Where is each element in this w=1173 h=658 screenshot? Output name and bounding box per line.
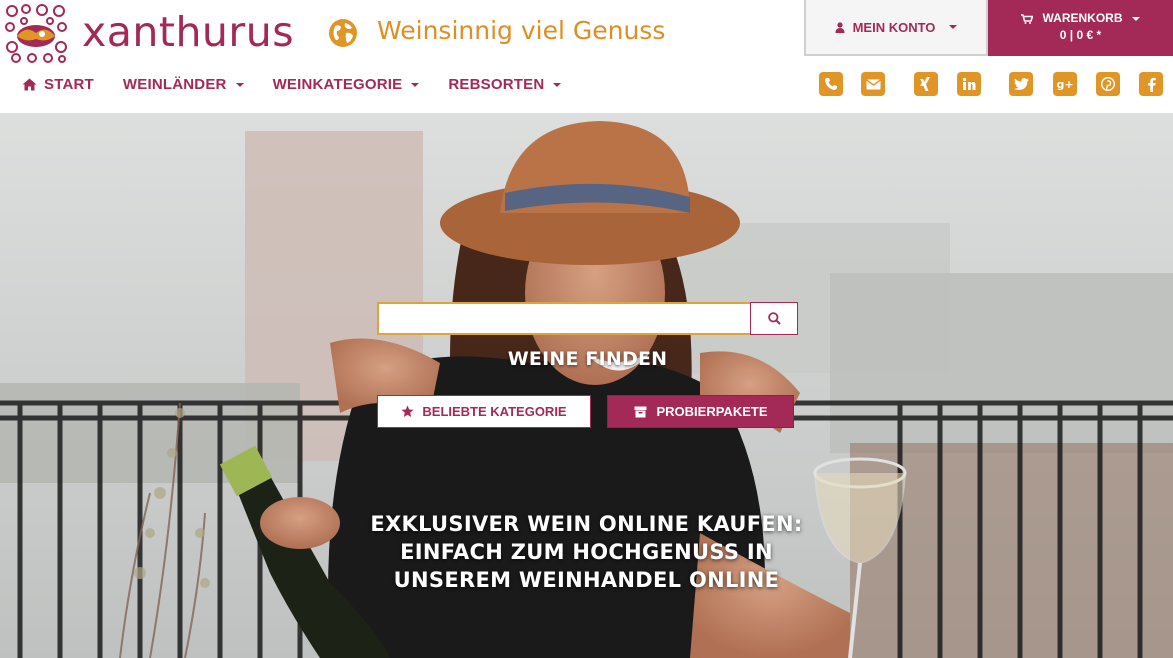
search-input[interactable] xyxy=(377,302,750,335)
hero-headline-line: EXKLUSIVER WEIN ONLINE KAUFEN: xyxy=(370,512,803,536)
user-icon xyxy=(835,21,845,33)
nav-item-weinlaender[interactable]: WEINLÄNDER xyxy=(123,76,244,93)
chevron-down-icon xyxy=(1131,16,1140,21)
tasting-packages-label: PROBIERPAKETE xyxy=(656,404,768,419)
popular-category-button[interactable]: BELIEBTE KATEGORIE xyxy=(377,395,591,428)
cart-summary: 0 | 0 € * xyxy=(1059,28,1102,42)
chevron-down-icon xyxy=(235,82,244,87)
find-wines-title: WEINE FINDEN xyxy=(507,348,668,370)
tasting-packages-button[interactable]: PROBIERPAKETE xyxy=(607,395,794,428)
tagline: Weinsinnig viel Genuss xyxy=(377,16,666,45)
envelope-icon[interactable] xyxy=(861,72,885,96)
search-icon xyxy=(767,312,781,325)
brand-logo-icon[interactable] xyxy=(4,3,68,63)
star-icon xyxy=(401,405,414,417)
phone-icon[interactable] xyxy=(819,72,843,96)
xing-icon[interactable] xyxy=(914,72,938,96)
facebook-icon[interactable] xyxy=(1139,72,1163,96)
account-label: MEIN KONTO xyxy=(852,19,936,35)
chevron-down-icon xyxy=(949,25,958,29)
search-button[interactable] xyxy=(750,302,798,335)
hero-headline-line: EINFACH ZUM HOCHGENUSS IN xyxy=(400,540,773,564)
chevron-down-icon xyxy=(553,82,562,87)
nav-item-label: WEINKATEGORIE xyxy=(272,76,403,93)
nav-item-label: WEINLÄNDER xyxy=(122,76,227,93)
cart-icon xyxy=(1021,14,1034,24)
site-header: xanthurus Weinsinnig viel Genuss MEIN KO… xyxy=(0,0,1173,113)
pinterest-icon[interactable] xyxy=(1096,72,1120,96)
twitter-icon[interactable] xyxy=(1009,72,1033,96)
nav-item-weinkategorie[interactable]: WEINKATEGORIE xyxy=(273,76,420,93)
nav-item-label: START xyxy=(44,76,94,93)
nav-item-rebsorten[interactable]: REBSORTEN xyxy=(448,76,562,93)
nav-item-label: REBSORTEN xyxy=(448,76,545,93)
cart-label: WARENKORB xyxy=(1042,11,1123,25)
hero-headline: EXKLUSIVER WEIN ONLINE KAUFEN: EINFACH Z… xyxy=(330,510,843,594)
main-nav: START WEINLÄNDER WEINKATEGORIE REBSORTEN xyxy=(22,76,562,93)
popular-category-label: BELIEBTE KATEGORIE xyxy=(422,404,567,419)
globe-icon xyxy=(329,19,357,47)
search-bar xyxy=(377,302,798,335)
hero-headline-line: UNSEREM WEINHANDEL ONLINE xyxy=(393,568,780,592)
nav-item-start[interactable]: START xyxy=(22,76,94,93)
linkedin-icon[interactable] xyxy=(957,72,981,96)
google-plus-icon[interactable]: g+ xyxy=(1053,72,1077,96)
account-button[interactable]: MEIN KONTO xyxy=(804,0,988,56)
chevron-down-icon xyxy=(411,82,420,87)
archive-box-icon xyxy=(634,406,646,417)
brand-name[interactable]: xanthurus xyxy=(82,8,294,56)
home-icon xyxy=(22,78,37,91)
cart-button[interactable]: WARENKORB 0 | 0 € * xyxy=(988,0,1173,56)
